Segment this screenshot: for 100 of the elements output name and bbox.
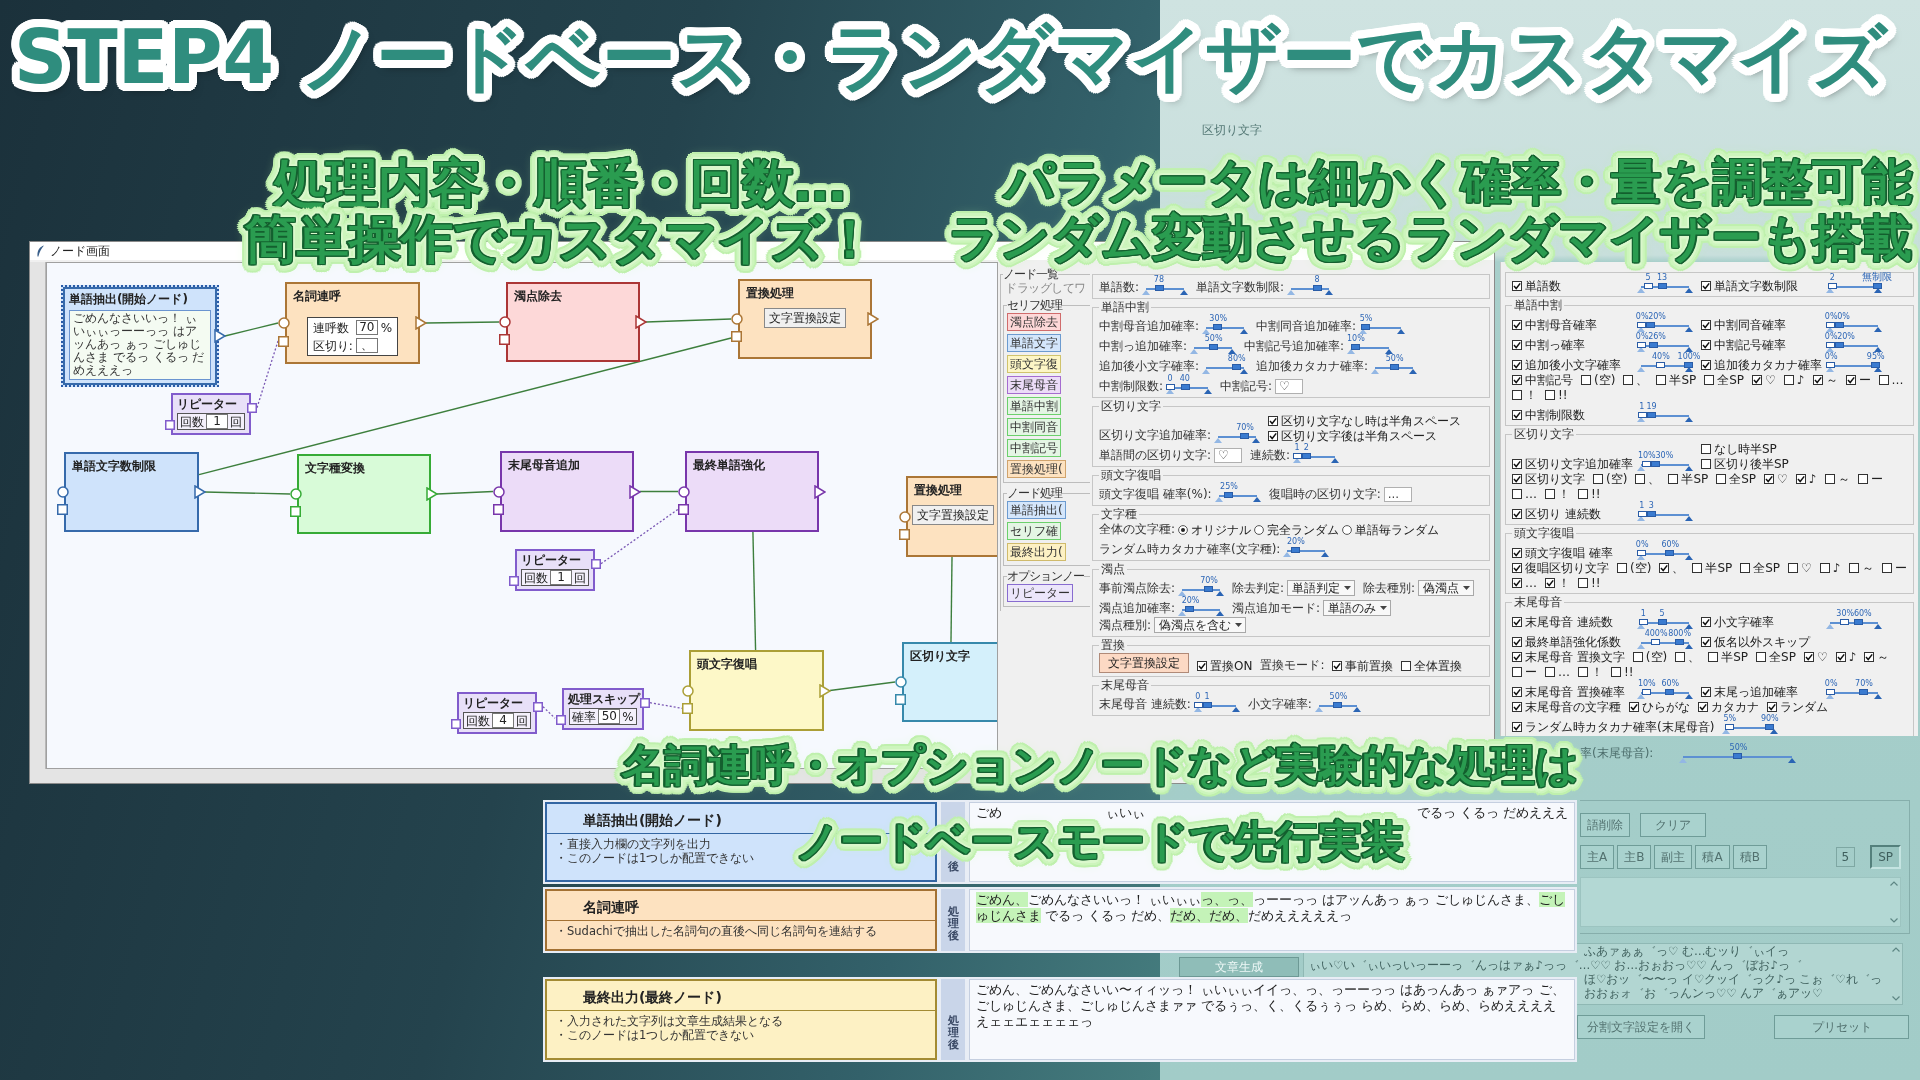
circle-port-icon[interactable]	[56, 486, 69, 498]
square-port-icon[interactable]	[57, 504, 69, 516]
radio-option[interactable]: 単語毎ランダム	[1342, 523, 1440, 537]
square-port-icon[interactable]	[450, 718, 461, 729]
slider-track[interactable]	[1826, 282, 1882, 293]
slider-thumb[interactable]	[1641, 689, 1651, 695]
checkbox-option[interactable]: ～	[1848, 561, 1874, 575]
slider-thumb[interactable]	[1651, 639, 1661, 645]
checkbox-option[interactable]: …	[1512, 576, 1537, 590]
checkbox-option[interactable]: ♡	[1764, 472, 1788, 486]
checkbox-option[interactable]: 末尾っ追加確率	[1701, 685, 1798, 699]
node-list-item[interactable]: 頭文字復	[1007, 355, 1061, 373]
toggle-button[interactable]: SP	[1870, 845, 1901, 869]
scroll-up-icon[interactable]	[1890, 881, 1898, 886]
slider-thumb[interactable]	[1665, 550, 1675, 556]
text-input-field[interactable]: ごめんなさいいっ！ ぃいぃぃっーーっっ はアッんあっ ぁっ ごしゅじんさま でるっ くるっ だめえええっ	[68, 310, 211, 380]
process-node[interactable]: 頭文字復唱	[688, 650, 824, 731]
checkbox-option[interactable]: ！	[1578, 665, 1603, 679]
text-input-field[interactable]: ♡	[1214, 448, 1243, 463]
scroll-down-icon[interactable]	[1890, 918, 1898, 923]
checkbox-option[interactable]: ♡	[1752, 373, 1776, 387]
slider-thumb[interactable]	[1658, 283, 1668, 289]
circle-port-icon[interactable]	[492, 485, 505, 498]
slider-thumb[interactable]	[1826, 362, 1835, 368]
checkbox-option[interactable]: 事前置換	[1332, 659, 1394, 673]
checkbox-option[interactable]: 半SP	[1692, 561, 1733, 575]
slider-thumb[interactable]	[1333, 702, 1343, 708]
checkbox-option[interactable]: !!	[1578, 487, 1601, 501]
text-input-field[interactable]: ...	[1383, 487, 1412, 502]
triangle-port-icon[interactable]	[414, 316, 427, 330]
checkbox-option[interactable]: …	[1545, 665, 1570, 679]
checkbox-option[interactable]: 、	[1635, 472, 1661, 486]
slider-thumb[interactable]	[1155, 285, 1164, 291]
process-node[interactable]: 区切り文字	[901, 642, 997, 722]
circle-port-icon[interactable]	[898, 510, 911, 523]
slider-thumb[interactable]	[1674, 639, 1684, 645]
checkbox-option[interactable]: ー	[1857, 472, 1883, 486]
node-list-item[interactable]: 単語抽出(	[1007, 501, 1066, 519]
slider-thumb[interactable]	[1835, 322, 1845, 328]
checkbox-option[interactable]: 中割同音確率	[1701, 318, 1786, 332]
checkbox-option[interactable]: 全SP	[1740, 561, 1781, 575]
slider-thumb[interactable]	[1637, 550, 1646, 556]
checkbox-option[interactable]: ♪	[1783, 373, 1805, 387]
checkbox-option[interactable]: 中割母音確率	[1512, 318, 1597, 332]
triangle-port-icon[interactable]	[193, 485, 206, 499]
slider-thumb[interactable]	[1840, 619, 1850, 625]
circle-port-icon[interactable]	[277, 317, 290, 329]
checkbox-option[interactable]: 最終単語強化係数	[1512, 635, 1621, 649]
slider-thumb[interactable]	[1658, 619, 1668, 625]
slider-thumb[interactable]	[1637, 511, 1647, 517]
triangle-port-icon[interactable]	[813, 484, 826, 499]
process-node[interactable]: 文字種変換	[296, 454, 431, 534]
slider-thumb[interactable]	[1350, 344, 1360, 350]
checkbox-option[interactable]: ランダム	[1767, 700, 1828, 714]
checkbox-option[interactable]: ー	[1845, 373, 1871, 387]
slider-thumb[interactable]	[1637, 342, 1646, 348]
triangle-port-icon[interactable]	[425, 487, 438, 501]
slider-thumb[interactable]	[1360, 324, 1370, 330]
slider-thumb[interactable]	[1644, 283, 1654, 289]
process-node[interactable]: 名詞連呼 連呼数 70 % 区切り: 、	[284, 282, 420, 364]
checkbox-option[interactable]: 、	[1623, 373, 1649, 387]
checkbox-option[interactable]: ランダム時カタカナ確率(末尾母音)	[1512, 720, 1715, 734]
scroll-down-icon[interactable]	[1892, 996, 1900, 1001]
option-node[interactable]: リピーター 回数 1 回	[170, 393, 251, 435]
slider-thumb[interactable]	[1649, 342, 1659, 348]
checkbox-option[interactable]: 、	[1659, 561, 1685, 575]
checkbox-option[interactable]: ！	[1545, 487, 1570, 501]
checkbox-option[interactable]: ！	[1545, 576, 1570, 590]
checkbox-option[interactable]: 末尾母音 置換確率	[1512, 685, 1625, 699]
node-list-item[interactable]: 単語中割	[1007, 397, 1061, 415]
checkbox-option[interactable]: 中割記号確率	[1701, 338, 1786, 352]
slider-thumb[interactable]	[1208, 344, 1218, 350]
slider-thumb[interactable]	[1290, 547, 1300, 553]
checkbox-option[interactable]: ♡	[1788, 561, 1812, 575]
replace-settings-button[interactable]: 文字置換設定	[763, 308, 846, 328]
checkbox-option[interactable]: …	[1512, 487, 1537, 501]
checkbox-option[interactable]: ！	[1512, 388, 1537, 402]
checkbox-option[interactable]: 追加後カタカナ確率	[1701, 358, 1822, 372]
checkbox-option[interactable]: ♪	[1795, 472, 1817, 486]
checkbox-option[interactable]: 単語数	[1512, 279, 1561, 293]
count-field[interactable]: 5	[1835, 847, 1856, 867]
scroll-up-icon[interactable]	[1892, 947, 1900, 952]
slider-thumb[interactable]	[1639, 619, 1649, 625]
checkbox-option[interactable]: 区切り文字なし時は半角スペース	[1268, 414, 1462, 428]
checkbox-option[interactable]: !!	[1545, 388, 1568, 402]
checkbox-option[interactable]: (空)	[1617, 561, 1652, 575]
dropdown[interactable]: 単語判定	[1287, 580, 1356, 596]
slider-thumb[interactable]	[1180, 384, 1190, 390]
node-list-item[interactable]: 末尾母音	[1007, 376, 1061, 394]
square-port-icon[interactable]	[678, 503, 690, 515]
option-node[interactable]: リピーター 回数 4 回	[456, 692, 537, 734]
checkbox-option[interactable]: 中割っ確率	[1512, 338, 1585, 352]
checkbox-option[interactable]: 全SP	[1704, 373, 1745, 387]
circle-port-icon[interactable]	[677, 485, 690, 498]
process-node[interactable]: 末尾母音追加	[499, 451, 634, 532]
slider-thumb[interactable]	[1733, 753, 1743, 759]
square-port-icon[interactable]	[246, 402, 257, 413]
slider-thumb[interactable]	[1223, 492, 1233, 498]
checkbox-option[interactable]: ♪	[1819, 561, 1841, 575]
checkbox-option[interactable]: ～	[1824, 472, 1850, 486]
